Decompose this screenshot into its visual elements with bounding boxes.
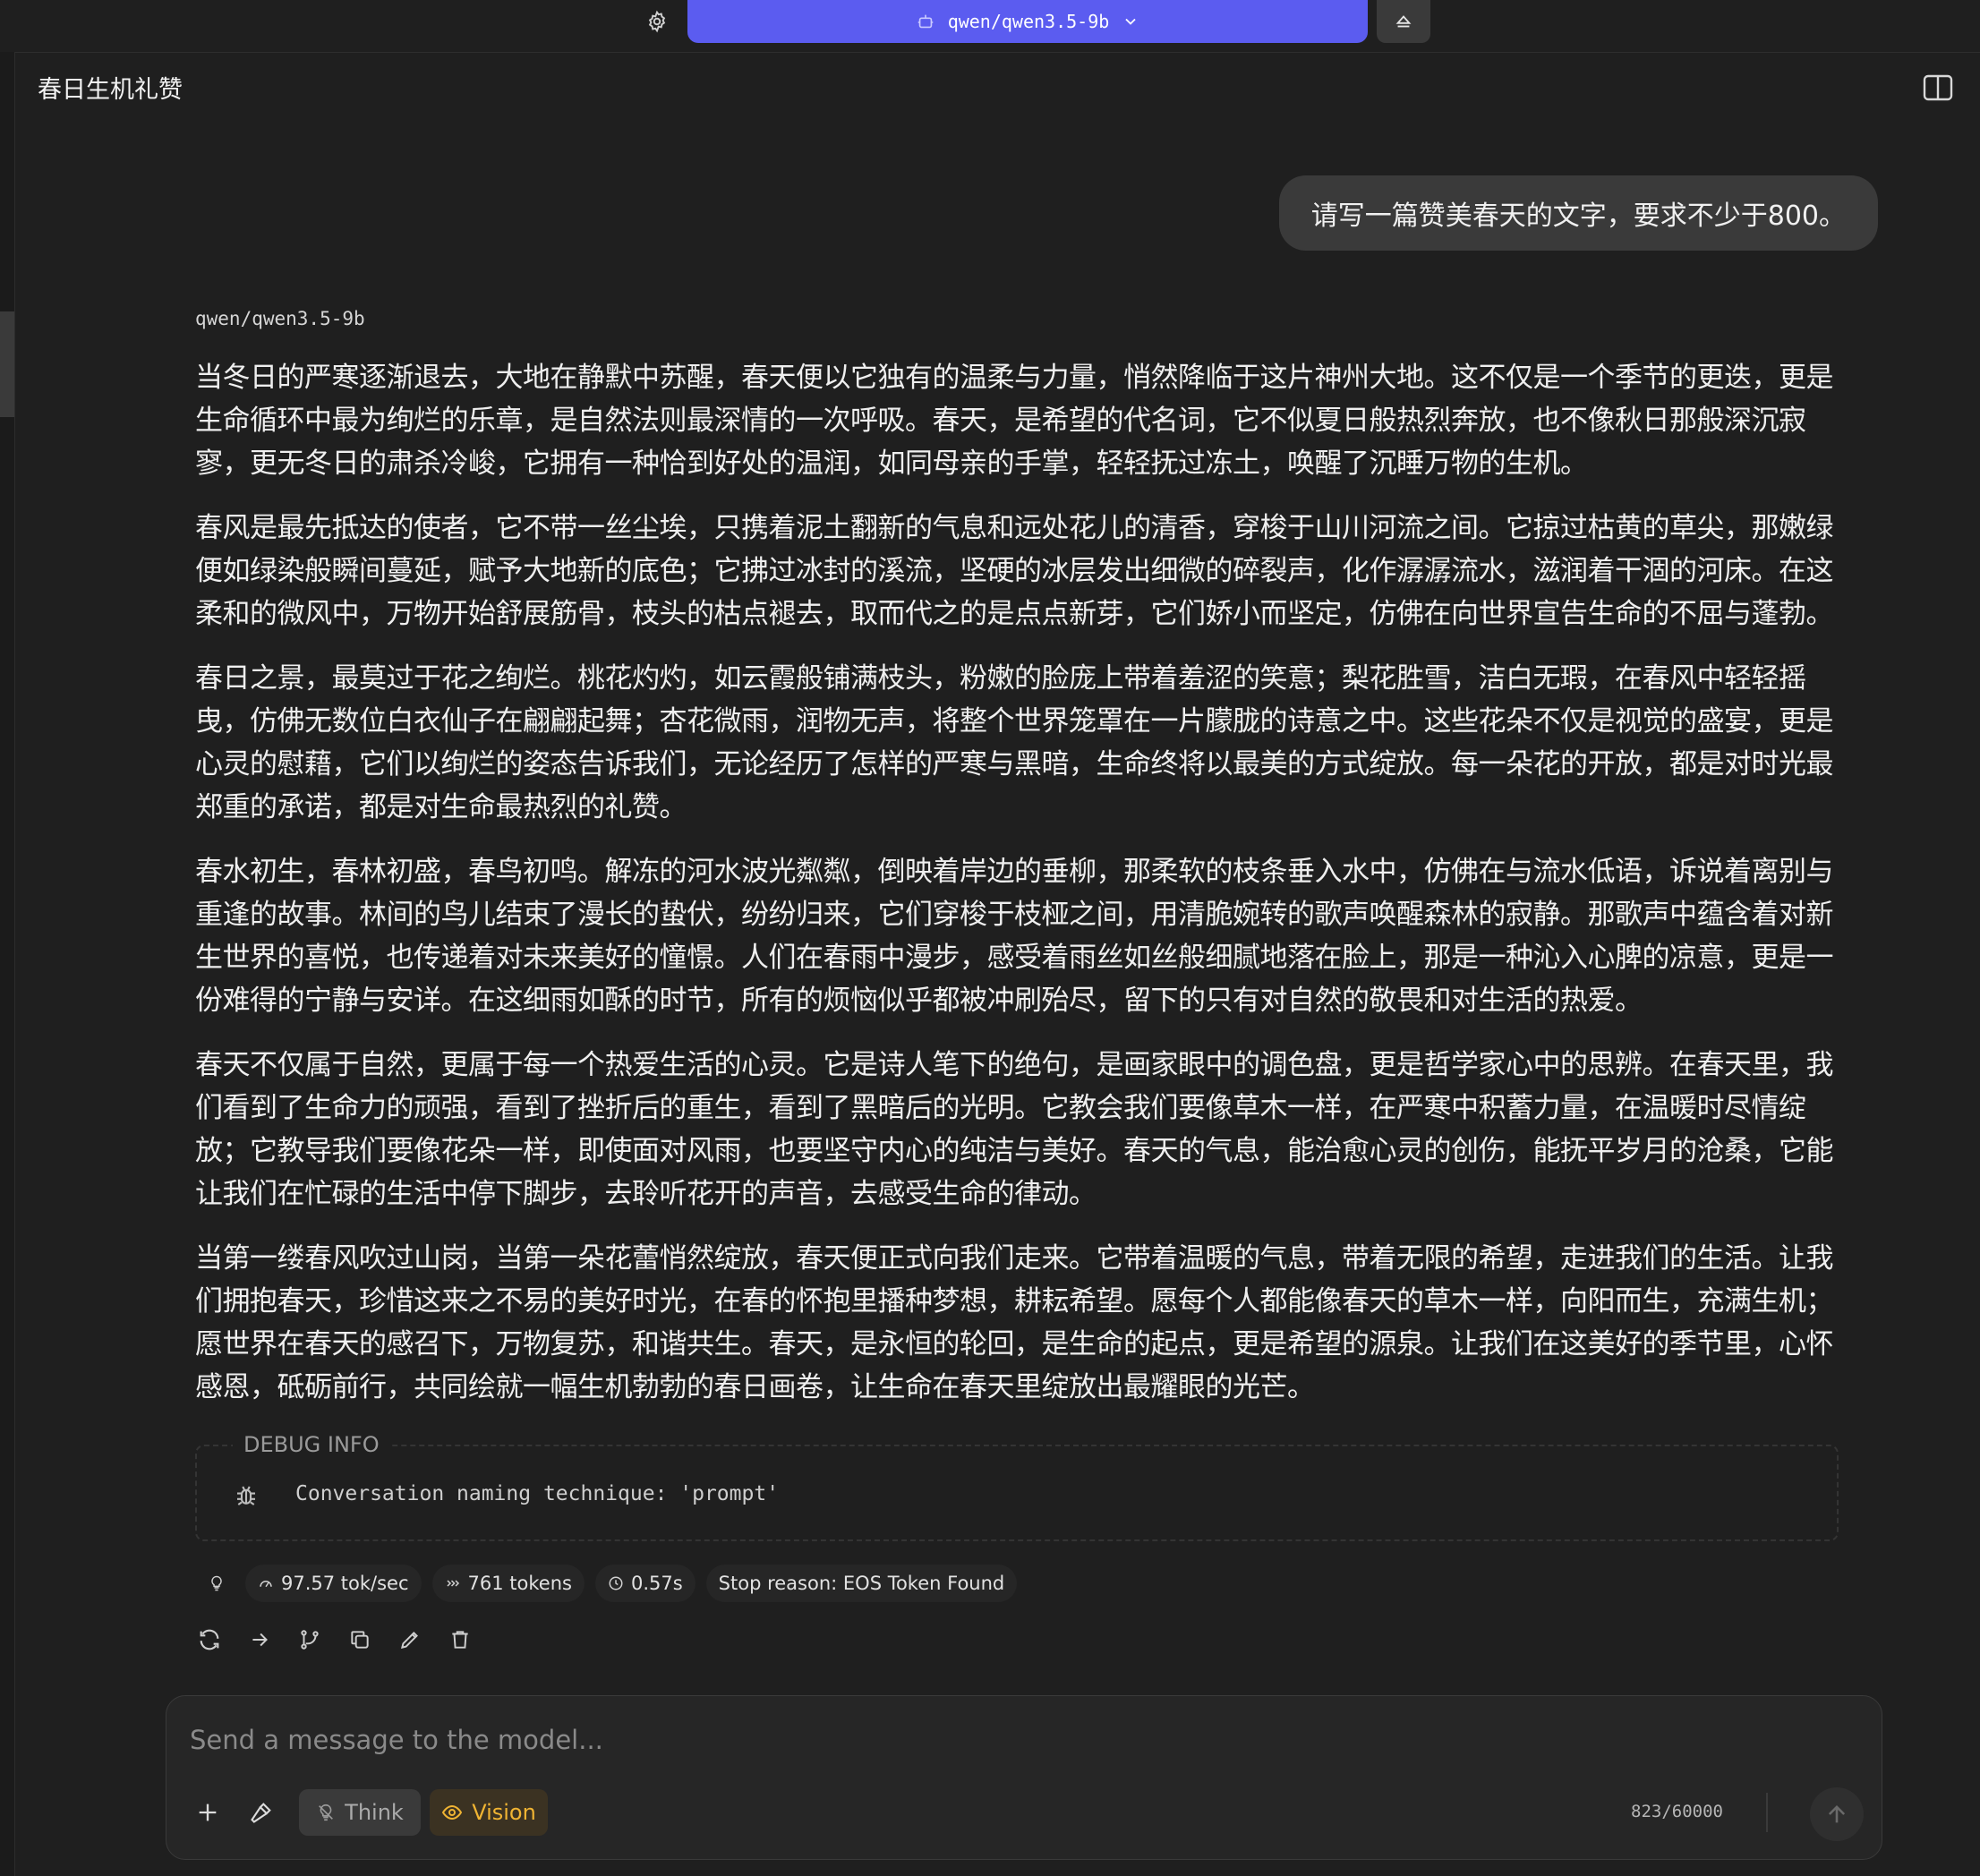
answer-paragraph: 当第一缕春风吹过山岗，当第一朵花蕾悄然绽放，春天便正式向我们走来。它带着温暖的气…	[195, 1242, 1834, 1403]
refresh-icon	[200, 1629, 219, 1650]
eye-icon	[442, 1804, 463, 1821]
gauge-icon	[260, 1581, 272, 1588]
debug-text: Conversation naming technique: 'prompt'	[295, 1482, 780, 1505]
tools-button[interactable]	[240, 1789, 283, 1836]
attach-button[interactable]	[186, 1789, 229, 1836]
settings-button[interactable]	[639, 4, 675, 39]
assistant-message: 当冬日的严寒逐渐退去，大地在静默中苏醒，春天便以它独有的温柔与力量，悄然降临于这…	[195, 356, 1839, 1430]
tokens-stat: 761 tokens	[431, 1565, 585, 1602]
model-selector[interactable]: qwen/qwen3.5-9b	[687, 0, 1368, 43]
generation-stats: 97.57 tok/sec 761 tokens 0.57s Stop reas…	[199, 1565, 1018, 1602]
time-stat: 0.57s	[594, 1565, 696, 1602]
send-button[interactable]	[1810, 1787, 1864, 1841]
plus-icon	[199, 1804, 217, 1821]
bug-icon	[237, 1486, 255, 1505]
speed-stat: 97.57 tok/sec	[245, 1565, 422, 1602]
chevron-down-icon	[1125, 18, 1136, 25]
delete-button[interactable]	[446, 1625, 474, 1654]
answer-paragraph: 春天不仅属于自然，更属于每一个热爱生活的心灵。它是诗人笔下的绝句，是画家眼中的调…	[195, 1049, 1834, 1210]
user-message: 请写一篇赞美春天的文字，要求不少于800。	[1278, 175, 1878, 251]
copy-button[interactable]	[346, 1625, 374, 1654]
toggle-panel-button[interactable]	[1923, 73, 1953, 102]
lightbulb-icon	[211, 1575, 222, 1591]
hammer-icon	[251, 1803, 271, 1823]
answer-paragraph: 春日之景，最莫过于花之绚烂。桃花灼灼，如云霞般铺满枝头，粉嫩的脸庞上带着羞涩的笑…	[195, 662, 1834, 823]
gear-icon	[648, 10, 666, 33]
left-sidebar-edge	[0, 52, 15, 1876]
git-branch-icon	[301, 1630, 319, 1650]
arrow-up-icon	[1828, 1805, 1846, 1823]
hint-button[interactable]	[199, 1565, 235, 1602]
eject-icon	[1395, 15, 1412, 28]
pencil-icon	[400, 1632, 418, 1650]
debug-info-box: DEBUG INFO Conversation naming technique…	[195, 1432, 1839, 1541]
eject-model-button[interactable]	[1377, 0, 1430, 43]
answer-paragraph: 春水初生，春林初盛，春鸟初鸣。解冻的河水波光粼粼，倒映着岸边的垂柳，那柔软的枝条…	[195, 856, 1834, 1017]
continue-button[interactable]	[245, 1625, 274, 1654]
robot-icon	[917, 14, 933, 29]
panel-icon	[1923, 74, 1953, 101]
message-actions	[195, 1625, 474, 1654]
regenerate-button[interactable]	[195, 1625, 224, 1654]
assistant-model-label: qwen/qwen3.5-9b	[195, 308, 365, 329]
debug-legend: DEBUG INFO	[233, 1432, 390, 1457]
vision-toggle[interactable]: Vision	[430, 1789, 548, 1836]
answer-paragraph: 春风是最先抵达的使者，它不带一丝尘埃，只携着泥土翻新的气息和远处花儿的清香，穿梭…	[195, 512, 1834, 630]
answer-paragraph: 当冬日的严寒逐渐退去，大地在静默中苏醒，春天便以它独有的温柔与力量，悄然降临于这…	[195, 362, 1834, 480]
model-name: qwen/qwen3.5-9b	[947, 11, 1110, 32]
stop-reason-stat: Stop reason: EOS Token Found	[705, 1565, 1018, 1602]
token-counter: 823/60000	[1631, 1802, 1723, 1821]
top-bar: qwen/qwen3.5-9b	[0, 0, 1980, 53]
branch-button[interactable]	[295, 1625, 324, 1654]
edit-button[interactable]	[396, 1625, 424, 1654]
tokens-icon	[447, 1580, 459, 1587]
conversation-title: 春日生机礼赞	[38, 76, 183, 104]
think-toggle[interactable]: Think	[299, 1789, 421, 1836]
message-input[interactable]	[188, 1718, 1856, 1762]
scrollbar-thumb[interactable]	[0, 311, 14, 417]
message-composer: Think Vision 823/60000	[166, 1695, 1882, 1860]
divider	[1766, 1793, 1768, 1832]
lightbulb-off-icon	[319, 1804, 334, 1821]
copy-icon	[351, 1631, 369, 1649]
trash-icon	[452, 1631, 468, 1649]
arrow-right-icon	[252, 1633, 268, 1647]
clock-icon	[609, 1576, 623, 1590]
